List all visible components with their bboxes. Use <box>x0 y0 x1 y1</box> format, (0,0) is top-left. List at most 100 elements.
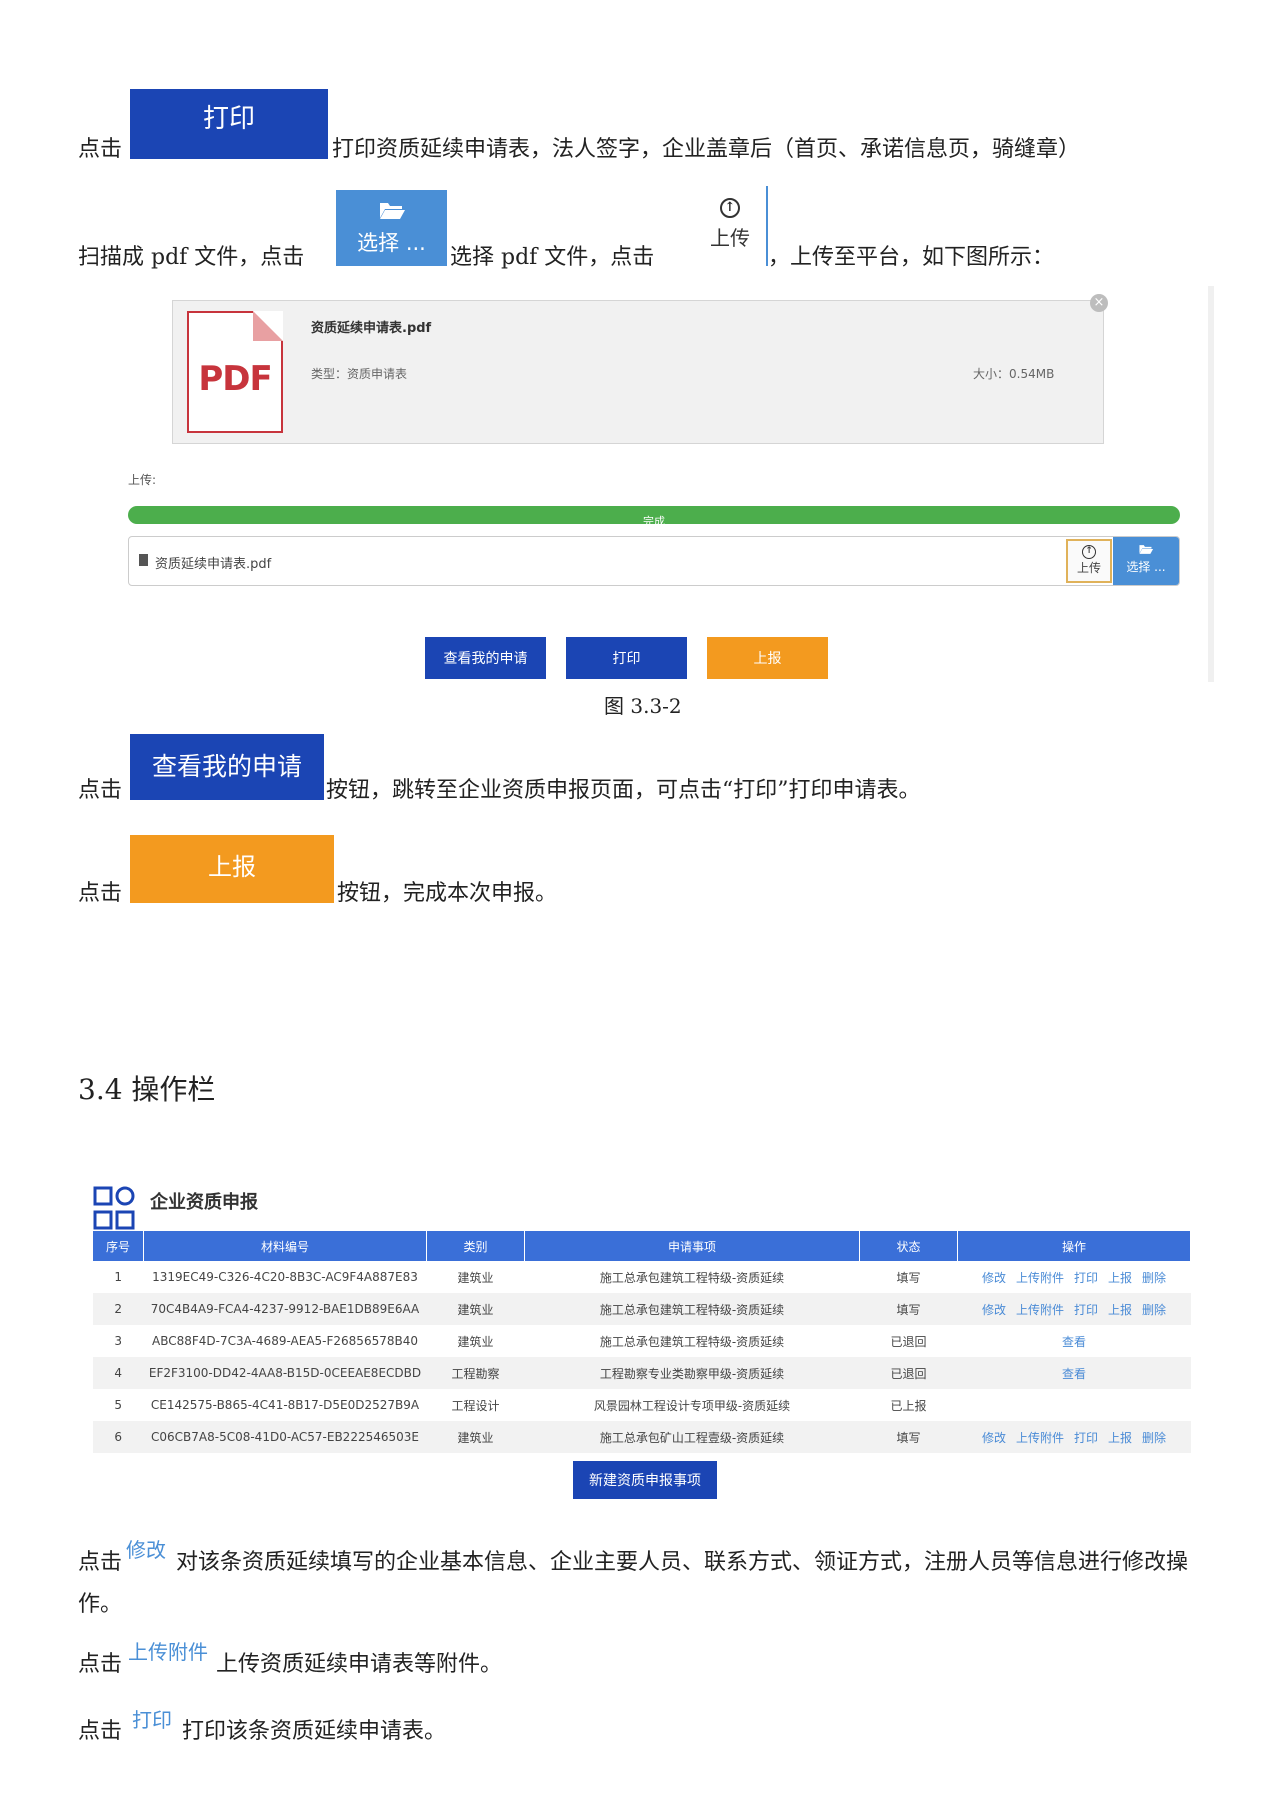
section-heading: 3.4 操作栏 <box>78 1073 216 1106</box>
row-category: 建筑业 <box>426 1293 525 1325</box>
header-no: 序号 <box>93 1231 144 1261</box>
file-input-field[interactable]: 资质延续申请表.pdf ↑ 上传 选择 ... <box>128 536 1180 586</box>
folder-small-icon <box>1113 543 1179 558</box>
row-action-link[interactable]: 修改 <box>982 1303 1006 1317</box>
para6-text: 上传资质延续申请表等附件。 <box>216 1652 503 1677</box>
row-status: 已上报 <box>890 1398 927 1413</box>
row-status: 填写 <box>859 1421 958 1453</box>
para7-prefix: 点击 <box>78 1719 123 1744</box>
table-row: 5 CE142575-B865-4C41-8B17-D5E0D2527B9A 工程设… <box>93 1389 1191 1421</box>
pdf-file-icon: PDF <box>187 311 283 433</box>
row-action-link[interactable]: 上传附件 <box>1016 1303 1064 1317</box>
upload-small-button[interactable]: ↑ 上传 <box>1066 539 1112 583</box>
row-item: 工程勘察专业类勘察甲级-资质延续 <box>524 1357 860 1389</box>
edit-link[interactable]: 修改 <box>126 1534 166 1563</box>
header-category: 类别 <box>426 1231 525 1261</box>
row-action-link[interactable]: 上报 <box>1108 1431 1132 1445</box>
upload-attachment-link[interactable]: 上传附件 <box>128 1636 208 1665</box>
application-table: 序号 材料编号 类别 申请事项 状态 操作 1 1319EC49-C326-4C2… <box>93 1231 1191 1453</box>
row-action-link[interactable]: 修改 <box>982 1271 1006 1285</box>
row-actions: 修改 上传附件 打印 上报 删除 <box>958 1261 1191 1293</box>
print-button[interactable]: 打印 <box>566 637 687 679</box>
para3-text: 按钮，跳转至企业资质申报页面，可点击“打印”打印申请表。 <box>326 778 921 803</box>
row-code: EF2F3100-DD42-4AA8-B15D-0CEEAE8ECDBD <box>143 1357 427 1389</box>
header-actions: 操作 <box>957 1231 1191 1261</box>
para4-text: 按钮，完成本次申报。 <box>337 881 558 906</box>
para3-prefix: 点击 <box>78 778 123 803</box>
row-no: 5 <box>114 1398 123 1412</box>
choose-button-image: 选择 ... <box>336 190 447 266</box>
row-action-link[interactable]: 上报 <box>1108 1303 1132 1317</box>
row-actions: 修改 上传附件 打印 上报 删除 <box>957 1421 1191 1453</box>
print-button-image: 打印 <box>130 89 328 159</box>
panel-scrollbar[interactable] <box>1208 286 1214 682</box>
row-status: 已退回 <box>890 1334 927 1349</box>
para6-prefix: 点击 <box>78 1652 123 1677</box>
row-action-link[interactable]: 删除 <box>1142 1271 1166 1285</box>
row-no: 6 <box>93 1421 144 1453</box>
row-actions <box>958 1389 1191 1421</box>
view-my-application-button[interactable]: 查看我的申请 <box>425 637 546 679</box>
row-action-link[interactable]: 打印 <box>1074 1431 1098 1445</box>
view-application-button-image: 查看我的申请 <box>130 734 324 800</box>
table-row: 6 C06CB7A8-5C08-41D0-AC57-EB222546503E 建筑业… <box>93 1421 1191 1453</box>
remove-file-icon[interactable]: × <box>1090 294 1108 312</box>
upload-circle-icon: ↑ <box>720 198 740 218</box>
row-status: 已退回 <box>859 1357 958 1389</box>
row-action-link[interactable]: 上传附件 <box>1016 1271 1064 1285</box>
new-application-button[interactable]: 新建资质申报事项 <box>573 1461 717 1499</box>
table-row: 1 1319EC49-C326-4C20-8B3C-AC9F4A887E83 建筑业… <box>93 1261 1191 1293</box>
upload-label: 上传: <box>128 473 157 487</box>
upload-small-icon: ↑ <box>1082 545 1096 559</box>
report-button-image: 上报 <box>130 835 334 903</box>
row-action-link[interactable]: 上报 <box>1108 1271 1132 1285</box>
para5-prefix: 点击 <box>78 1550 123 1575</box>
upload-small-label: 上传 <box>1076 561 1101 575</box>
row-action-link[interactable]: 删除 <box>1142 1431 1166 1445</box>
row-actions: 修改 上传附件 打印 上报 删除 <box>957 1293 1191 1325</box>
row-action-link[interactable]: 删除 <box>1142 1303 1166 1317</box>
para7-text: 打印该条资质延续申请表。 <box>182 1719 447 1744</box>
para2-prefix: 扫描成 pdf 文件，点击 <box>78 245 305 270</box>
row-action-link[interactable]: 打印 <box>1074 1271 1098 1285</box>
row-action-link[interactable]: 上传附件 <box>1016 1431 1064 1445</box>
row-code: 1319EC49-C326-4C20-8B3C-AC9F4A887E83 <box>152 1270 418 1284</box>
row-action-link[interactable]: 打印 <box>1074 1303 1098 1317</box>
table-row: 3 ABC88F4D-7C3A-4689-AEA5-F26856578B40 建筑业… <box>93 1325 1191 1357</box>
para4-prefix: 点击 <box>78 881 123 906</box>
table-row: 4 EF2F3100-DD42-4AA8-B15D-0CEEAE8ECDBD 工程勘… <box>93 1357 1191 1389</box>
row-action-link[interactable]: 查看 <box>1062 1367 1086 1381</box>
row-category: 工程设计 <box>451 1398 500 1413</box>
para-print-instruction: 点击 <box>78 135 122 165</box>
row-category: 建筑业 <box>426 1421 525 1453</box>
header-status: 状态 <box>859 1231 958 1261</box>
print-link[interactable]: 打印 <box>132 1704 172 1733</box>
row-category: 工程勘察 <box>426 1357 525 1389</box>
row-code: CE142575-B865-4C41-8B17-D5E0D2527B9A <box>150 1398 420 1412</box>
preview-file-type: 类型：资质申请表 <box>311 367 408 381</box>
row-item: 施工总承包建筑工程特级-资质延续 <box>524 1293 860 1325</box>
progress-text: 完成 <box>643 515 665 524</box>
choose-small-button[interactable]: 选择 ... <box>1113 537 1179 585</box>
para1-prefix: 点击 <box>78 137 123 162</box>
file-input-value: 资质延续申请表.pdf <box>155 557 272 572</box>
report-button[interactable]: 上报 <box>707 637 828 679</box>
choose-small-label: 选择 ... <box>1126 560 1166 574</box>
row-action-link[interactable]: 查看 <box>1062 1335 1086 1349</box>
header-code: 材料编号 <box>143 1231 427 1261</box>
upload-progress-bar: 完成 <box>128 506 1180 524</box>
row-no: 4 <box>93 1357 144 1389</box>
view-application-label: 查看我的申请 <box>151 752 302 781</box>
row-status: 填写 <box>859 1293 958 1325</box>
row-category: 建筑业 <box>457 1334 494 1349</box>
row-item: 风景园林工程设计专项甲级-资质延续 <box>593 1398 791 1413</box>
row-code: C06CB7A8-5C08-41D0-AC57-EB222546503E <box>143 1421 427 1453</box>
row-category: 建筑业 <box>457 1270 494 1285</box>
preview-file-size: 大小：0.54MB <box>973 367 1055 381</box>
row-code: ABC88F4D-7C3A-4689-AEA5-F26856578B40 <box>152 1334 418 1348</box>
para5-text2: 作。 <box>78 1592 123 1617</box>
row-action-link[interactable]: 修改 <box>982 1431 1006 1445</box>
row-no: 3 <box>114 1334 123 1348</box>
row-no: 1 <box>114 1270 123 1284</box>
figure-caption: 图 3.3-2 <box>604 694 682 718</box>
